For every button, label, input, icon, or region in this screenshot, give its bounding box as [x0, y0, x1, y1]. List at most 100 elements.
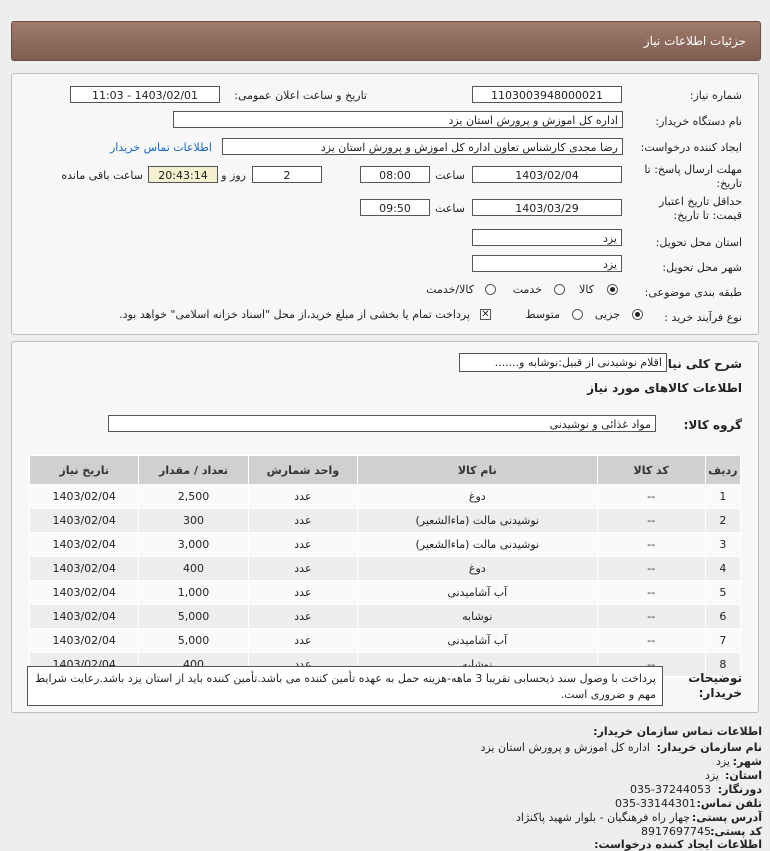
- city-field[interactable]: یزد: [472, 255, 622, 272]
- remaining-label: ساعت باقی مانده: [61, 169, 143, 182]
- process-medium-label: متوسط: [525, 308, 560, 321]
- buyer-contact-link[interactable]: اطلاعات تماس خریدار: [110, 141, 212, 154]
- contact-address: چهار راه فرهنگیان - بلوار شهید پاکنژاد: [515, 811, 690, 824]
- validity-date-field[interactable]: 1403/03/29: [472, 199, 622, 216]
- cell-unit: عدد: [247, 580, 359, 605]
- deadline-time-field[interactable]: 08:00: [360, 166, 430, 183]
- cell-date: 1403/02/04: [28, 604, 140, 629]
- contact-title: اطلاعات تماس سازمان خریدار:: [593, 725, 762, 738]
- announce-label: تاریخ و ساعت اعلان عمومی:: [234, 89, 367, 102]
- contact-org: اداره کل اموزش و پرورش استان یزد: [480, 741, 650, 754]
- category-service-radio[interactable]: [554, 284, 565, 295]
- table-row: 1 -- دوغ عدد 2,500 1403/02/04: [28, 484, 742, 509]
- page-header: جزئیات اطلاعات نیاز: [11, 21, 761, 61]
- category-service-label: خدمت: [512, 283, 542, 296]
- col-code: کد کالا: [596, 455, 706, 485]
- announce-field[interactable]: 1403/02/01 - 11:03: [70, 86, 220, 103]
- cell-qty: 1,000: [138, 580, 249, 605]
- contact-fax-label: دورنگار:: [717, 783, 762, 796]
- cell-row: 3: [704, 532, 742, 557]
- cell-unit: عدد: [247, 604, 359, 629]
- col-qty: تعداد / مقدار: [138, 455, 249, 485]
- col-row: ردیف: [704, 455, 742, 485]
- days-label: روز و: [221, 169, 246, 182]
- category-goods-label: کالا: [579, 283, 594, 296]
- buyer-org-label: نام دستگاه خریدار:: [655, 115, 742, 128]
- validity-time-field[interactable]: 09:50: [360, 199, 430, 216]
- col-name: نام کالا: [357, 455, 598, 485]
- cell-code: --: [596, 532, 706, 557]
- page-title: جزئیات اطلاعات نیاز: [643, 34, 746, 48]
- cell-name: آب آشامیدنی: [357, 580, 598, 605]
- remaining-time-field: 20:43:14: [148, 166, 218, 183]
- cell-qty: 2,500: [138, 484, 249, 509]
- cell-name: نوشیدنی مالت (ماءالشعیر): [357, 532, 598, 557]
- cell-row: 1: [704, 484, 742, 509]
- cell-unit: عدد: [247, 628, 359, 653]
- validity-label: حداقل تاریخ اعتبار: [658, 195, 742, 208]
- cell-qty: 5,000: [138, 604, 249, 629]
- table-header-row: ردیف کد کالا نام کالا واحد شمارش تعداد /…: [28, 455, 742, 485]
- cell-date: 1403/02/04: [28, 628, 140, 653]
- process-minor-label: جزیی: [594, 308, 620, 321]
- cell-code: --: [596, 508, 706, 533]
- payment-note: پرداخت تمام یا بخشی از مبلغ خرید،از محل …: [119, 308, 470, 321]
- cell-qty: 400: [138, 556, 249, 581]
- days-field[interactable]: 2: [252, 166, 322, 183]
- treasury-checkbox[interactable]: ✕: [480, 309, 491, 320]
- city-label: شهر محل تحویل:: [662, 261, 742, 274]
- notes-field[interactable]: پرداخت با وصول سند ذیحسابی تقریبا 3 ماهه…: [27, 666, 663, 706]
- cell-date: 1403/02/04: [28, 556, 140, 581]
- table-row: 7 -- آب آشامیدنی عدد 5,000 1403/02/04: [28, 628, 742, 653]
- cell-row: 5: [704, 580, 742, 605]
- cell-qty: 5,000: [138, 628, 249, 653]
- cell-row: 2: [704, 508, 742, 533]
- need-number-field[interactable]: 1103003948000021: [472, 86, 622, 103]
- cell-name: آب آشامیدنی: [357, 628, 598, 653]
- cell-row: 7: [704, 628, 742, 653]
- category-both-radio[interactable]: [485, 284, 496, 295]
- notes-label-2: خریدار:: [698, 686, 742, 700]
- contact-city: یزد: [715, 755, 730, 768]
- table-row: 6 -- نوشابه عدد 5,000 1403/02/04: [28, 604, 742, 629]
- table-row: 3 -- نوشیدنی مالت (ماءالشعیر) عدد 3,000 1403/…: [28, 532, 742, 557]
- process-medium-radio[interactable]: [572, 309, 583, 320]
- cell-code: --: [596, 628, 706, 653]
- cell-name: دوغ: [357, 484, 598, 509]
- process-minor-radio[interactable]: [632, 309, 643, 320]
- contact-city-label: شهر:: [732, 755, 762, 768]
- desc-field[interactable]: اقلام نوشیدنی از قبیل:نوشابه و.......: [459, 353, 667, 372]
- cell-name: نوشیدنی مالت (ماءالشعیر): [357, 508, 598, 533]
- category-goods-radio[interactable]: [607, 284, 618, 295]
- table-row: 4 -- دوغ عدد 400 1403/02/04: [28, 556, 742, 581]
- cell-code: --: [596, 580, 706, 605]
- cell-qty: 300: [138, 508, 249, 533]
- cell-date: 1403/02/04: [28, 508, 140, 533]
- cell-unit: عدد: [247, 532, 359, 557]
- goods-info-title: اطلاعات کالاهای مورد نیاز: [587, 381, 742, 395]
- cell-code: --: [596, 604, 706, 629]
- deadline-label-2: تاریخ:: [716, 177, 742, 190]
- creator-field[interactable]: رضا مجدی کارشناس تعاون اداره کل اموزش و …: [222, 138, 623, 155]
- cell-unit: عدد: [247, 556, 359, 581]
- deadline-time-label: ساعت: [435, 169, 465, 182]
- notes-label: توضیحات: [688, 671, 742, 685]
- cell-code: --: [596, 484, 706, 509]
- process-label: نوع فرآیند خرید :: [664, 311, 742, 324]
- category-label: طبقه بندی موضوعی:: [644, 286, 742, 299]
- cell-qty: 3,000: [138, 532, 249, 557]
- cell-row: 4: [704, 556, 742, 581]
- province-field[interactable]: یزد: [472, 229, 622, 246]
- validity-time-label: ساعت: [435, 202, 465, 215]
- need-number-label: شماره نیاز:: [689, 89, 742, 102]
- deadline-date-field[interactable]: 1403/02/04: [472, 166, 622, 183]
- contact-postal-label: کد پستی:: [710, 825, 762, 838]
- cell-date: 1403/02/04: [28, 532, 140, 557]
- cell-date: 1403/02/04: [28, 580, 140, 605]
- contact-fax: 035-37244053: [630, 783, 711, 796]
- contact-address-label: آدرس پستی:: [691, 811, 762, 824]
- group-field[interactable]: مواد غذائی و نوشیدنی: [108, 415, 656, 432]
- table-row: 2 -- نوشیدنی مالت (ماءالشعیر) عدد 300 1403/02…: [28, 508, 742, 533]
- contact-postal: 8917697745: [641, 825, 711, 838]
- buyer-org-field[interactable]: اداره کل اموزش و پرورش استان یزد: [173, 111, 623, 128]
